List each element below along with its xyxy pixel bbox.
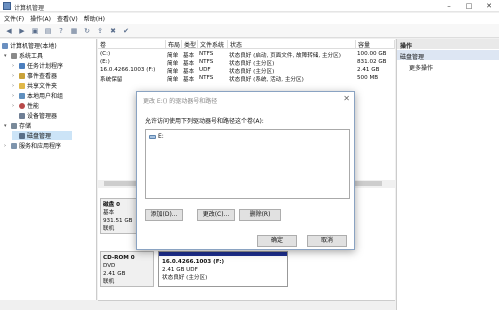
computer-management-window: 计算机管理 – □ ✕ 文件(F) 操作(A) 查看(V) 帮助(H) ◀ ▶ … xyxy=(0,0,499,310)
dialog-prompt: 允许访问使用下列驱动器号和路径这个卷(A): xyxy=(145,118,264,125)
tree-item-performance[interactable]: › 性能 xyxy=(12,101,39,110)
drive-path-list[interactable]: E: xyxy=(145,129,350,199)
export-icon[interactable]: ⇪ xyxy=(95,26,105,36)
tree-item-shared-folders[interactable]: › 共享文件夹 xyxy=(12,81,57,90)
menu-view[interactable]: 查看(V) xyxy=(57,14,78,23)
actions-section-disk-management[interactable]: 磁盘管理 xyxy=(397,50,499,61)
disk-icon xyxy=(19,132,25,139)
volume-list-header: 卷 布局 类型 文件系统 状态 容量 xyxy=(98,39,395,49)
title-bar: 计算机管理 – □ ✕ xyxy=(0,0,499,12)
device-icon xyxy=(19,112,25,119)
up-icon[interactable]: ▣ xyxy=(30,26,40,36)
expander-icon[interactable]: › xyxy=(12,83,17,89)
folder-icon xyxy=(19,82,25,89)
tools-icon xyxy=(11,52,17,59)
console-tree: 计算机管理(本地) ▾ 系统工具 › 任务计划程序 › 事件查看器 › 共享文件… xyxy=(0,39,97,310)
event-icon xyxy=(19,72,25,79)
help-icon[interactable]: ? xyxy=(56,26,66,36)
maximize-button[interactable]: □ xyxy=(459,0,479,12)
expander-icon[interactable]: › xyxy=(12,63,17,69)
add-button[interactable]: 添加(D)... xyxy=(145,209,183,221)
column-header-filesystem[interactable]: 文件系统 xyxy=(198,40,228,49)
delete-icon[interactable]: ✖ xyxy=(108,26,118,36)
tree-item-storage[interactable]: ▾ 存储 xyxy=(4,121,31,130)
cdrom-0-label[interactable]: CD-ROM 0 DVD 2.41 GB 联机 xyxy=(100,251,154,287)
menu-file[interactable]: 文件(F) xyxy=(4,14,24,23)
properties-icon[interactable]: ▤ xyxy=(43,26,53,36)
cancel-button[interactable]: 取消 xyxy=(307,235,347,247)
expander-icon[interactable]: ▾ xyxy=(4,53,9,59)
column-header-volume[interactable]: 卷 xyxy=(98,40,166,49)
tree-item-disk-management[interactable]: 磁盘管理 xyxy=(12,131,72,140)
cdrom-name: CD-ROM 0 xyxy=(103,255,135,261)
status-bar xyxy=(0,300,97,310)
tree-item-local-users[interactable]: › 本地用户和组 xyxy=(12,91,63,100)
tree-item-task-scheduler[interactable]: › 任务计划程序 xyxy=(12,61,63,70)
table-row[interactable]: (C:) 简单 基本 NTFS 状态良好 (启动, 页面文件, 故障转储, 主分… xyxy=(98,50,395,59)
column-header-status[interactable]: 状态 xyxy=(228,40,356,49)
tree-item-event-viewer[interactable]: › 事件查看器 xyxy=(12,71,57,80)
table-row[interactable]: (E:) 简单 基本 NTFS 状态良好 (主分区) 831.02 GB xyxy=(98,58,395,67)
app-icon xyxy=(3,2,11,10)
column-header-layout[interactable]: 布局 xyxy=(166,40,182,49)
tree-item-services-apps[interactable]: › 服务和应用程序 xyxy=(4,141,61,150)
users-icon xyxy=(19,92,25,99)
table-row[interactable]: 系统保留 简单 基本 NTFS 状态良好 (系统, 活动, 主分区) 500 M… xyxy=(98,74,395,83)
performance-icon xyxy=(19,102,25,109)
menu-action[interactable]: 操作(A) xyxy=(30,14,51,23)
back-icon[interactable]: ◀ xyxy=(4,26,14,36)
actions-pane: 操作 磁盘管理 更多操作 xyxy=(396,39,499,310)
dialog-close-icon[interactable]: ✕ xyxy=(343,94,350,103)
show-pane-icon[interactable]: ▦ xyxy=(69,26,79,36)
storage-icon xyxy=(11,122,17,129)
close-button[interactable]: ✕ xyxy=(479,0,499,12)
cdrom-partition[interactable]: 16.0.4266.1003 (F:) 2.41 GB UDF 状态良好 (主分… xyxy=(158,251,288,287)
partition-color-bar xyxy=(159,252,287,256)
column-header-type[interactable]: 类型 xyxy=(182,40,198,49)
list-item[interactable]: E: xyxy=(149,133,164,140)
expander-icon[interactable]: › xyxy=(12,73,17,79)
change-button[interactable]: 更改(C)... xyxy=(197,209,235,221)
legend-bar xyxy=(98,300,395,310)
actions-header: 操作 xyxy=(397,39,499,50)
menu-help[interactable]: 帮助(H) xyxy=(84,14,105,23)
table-row[interactable]: 16.0.4266.1003 (F:) 简单 基本 UDF 状态良好 (主分区)… xyxy=(98,66,395,75)
expander-icon[interactable]: › xyxy=(12,93,17,99)
expander-icon[interactable]: › xyxy=(12,103,17,109)
expander-icon[interactable]: › xyxy=(4,143,9,149)
remove-button[interactable]: 删除(R) xyxy=(239,209,281,221)
change-drive-letter-dialog: 更改 E:() 的驱动器号和路径 ✕ 允许访问使用下列驱动器号和路径这个卷(A)… xyxy=(136,91,355,250)
forward-icon[interactable]: ▶ xyxy=(17,26,27,36)
clock-icon xyxy=(19,62,25,69)
check-icon[interactable]: ✔ xyxy=(121,26,131,36)
refresh-icon[interactable]: ↻ xyxy=(82,26,92,36)
drive-icon xyxy=(149,134,156,139)
menu-bar: 文件(F) 操作(A) 查看(V) 帮助(H) xyxy=(0,13,499,24)
tree-item-computer-management[interactable]: 计算机管理(本地) xyxy=(2,41,57,50)
more-actions-item[interactable]: 更多操作 xyxy=(409,63,433,72)
dialog-title: 更改 E:() 的驱动器号和路径 xyxy=(137,92,354,106)
expander-icon[interactable]: ▾ xyxy=(4,123,9,129)
toolbar: ◀ ▶ ▣ ▤ ? ▦ ↻ ⇪ ✖ ✔ xyxy=(0,24,499,38)
ok-button[interactable]: 确定 xyxy=(257,235,297,247)
computer-icon xyxy=(2,42,8,49)
tree-item-device-manager[interactable]: 设备管理器 xyxy=(12,111,57,120)
services-icon xyxy=(11,142,17,149)
tree-item-system-tools[interactable]: ▾ 系统工具 xyxy=(4,51,43,60)
minimize-button[interactable]: – xyxy=(439,0,459,12)
column-header-capacity[interactable]: 容量 xyxy=(356,40,395,49)
window-title: 计算机管理 xyxy=(14,5,45,12)
